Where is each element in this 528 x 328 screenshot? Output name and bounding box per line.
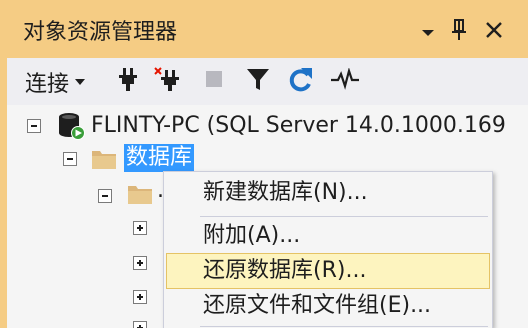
- close-panel-button[interactable]: [479, 17, 509, 47]
- context-menu: 新建数据库(N)... 附加(A)... 还原数据库(R)... 还原文件和文件…: [163, 171, 493, 328]
- close-icon: [485, 21, 503, 43]
- explorer-toolbar: 连接: [7, 58, 528, 105]
- menu-item-label: 新建数据库(N)...: [203, 180, 368, 205]
- menu-item-label: 附加(A)...: [203, 223, 301, 248]
- panel-title: 对象资源管理器: [23, 20, 178, 45]
- server-collapse-toggle[interactable]: [27, 119, 41, 133]
- activity-monitor-button[interactable]: [330, 66, 360, 96]
- refresh-icon: [288, 65, 314, 97]
- filter-icon: [246, 67, 270, 95]
- filter-button[interactable]: [243, 66, 273, 96]
- databases-collapse-toggle[interactable]: [63, 152, 77, 166]
- refresh-button[interactable]: [286, 66, 316, 96]
- server-node-label[interactable]: FLINTY-PC (SQL Server 14.0.1000.169: [91, 112, 506, 140]
- databases-node-label[interactable]: 数据库: [124, 144, 195, 172]
- connect-label: 连接: [25, 72, 70, 97]
- connect-dropdown-button[interactable]: 连接: [25, 68, 86, 97]
- databases-folder-icon: [91, 148, 117, 170]
- menu-item-new-database[interactable]: 新建数据库(N)...: [166, 175, 490, 211]
- expand-toggle-2[interactable]: [133, 256, 147, 270]
- chevron-down-icon: [75, 79, 86, 85]
- child-collapse-toggle[interactable]: [98, 189, 112, 203]
- auto-hide-pin-button[interactable]: [444, 17, 474, 47]
- disconnect-plug-icon: [153, 66, 181, 96]
- menu-separator: [200, 326, 488, 327]
- menu-item-label: 还原文件和文件组(E)...: [203, 293, 432, 318]
- stop-icon: [205, 70, 223, 92]
- menu-item-label: 还原数据库(R)...: [203, 258, 367, 283]
- expand-toggle-3[interactable]: [133, 290, 147, 304]
- connect-plug-icon: [117, 66, 139, 96]
- disconnect-button[interactable]: [152, 66, 182, 96]
- menu-item-restore-files-filegroups[interactable]: 还原文件和文件组(E)...: [166, 288, 490, 324]
- panel-titlebar: 对象资源管理器: [7, 7, 528, 58]
- menu-item-restore-database[interactable]: 还原数据库(R)...: [166, 253, 490, 289]
- connect-plug-button[interactable]: [113, 66, 143, 96]
- pin-icon: [452, 19, 466, 45]
- server-icon: [57, 111, 87, 141]
- dropdown-icon: [421, 23, 435, 42]
- expand-toggle-4[interactable]: [133, 321, 147, 328]
- activity-monitor-icon: [330, 67, 360, 94]
- window-position-dropdown[interactable]: [413, 17, 443, 47]
- child-folder-icon: [127, 183, 153, 205]
- stop-button[interactable]: [199, 66, 229, 96]
- menu-separator: [200, 216, 488, 217]
- expand-toggle-1[interactable]: [133, 221, 147, 235]
- menu-item-attach[interactable]: 附加(A)...: [166, 218, 490, 254]
